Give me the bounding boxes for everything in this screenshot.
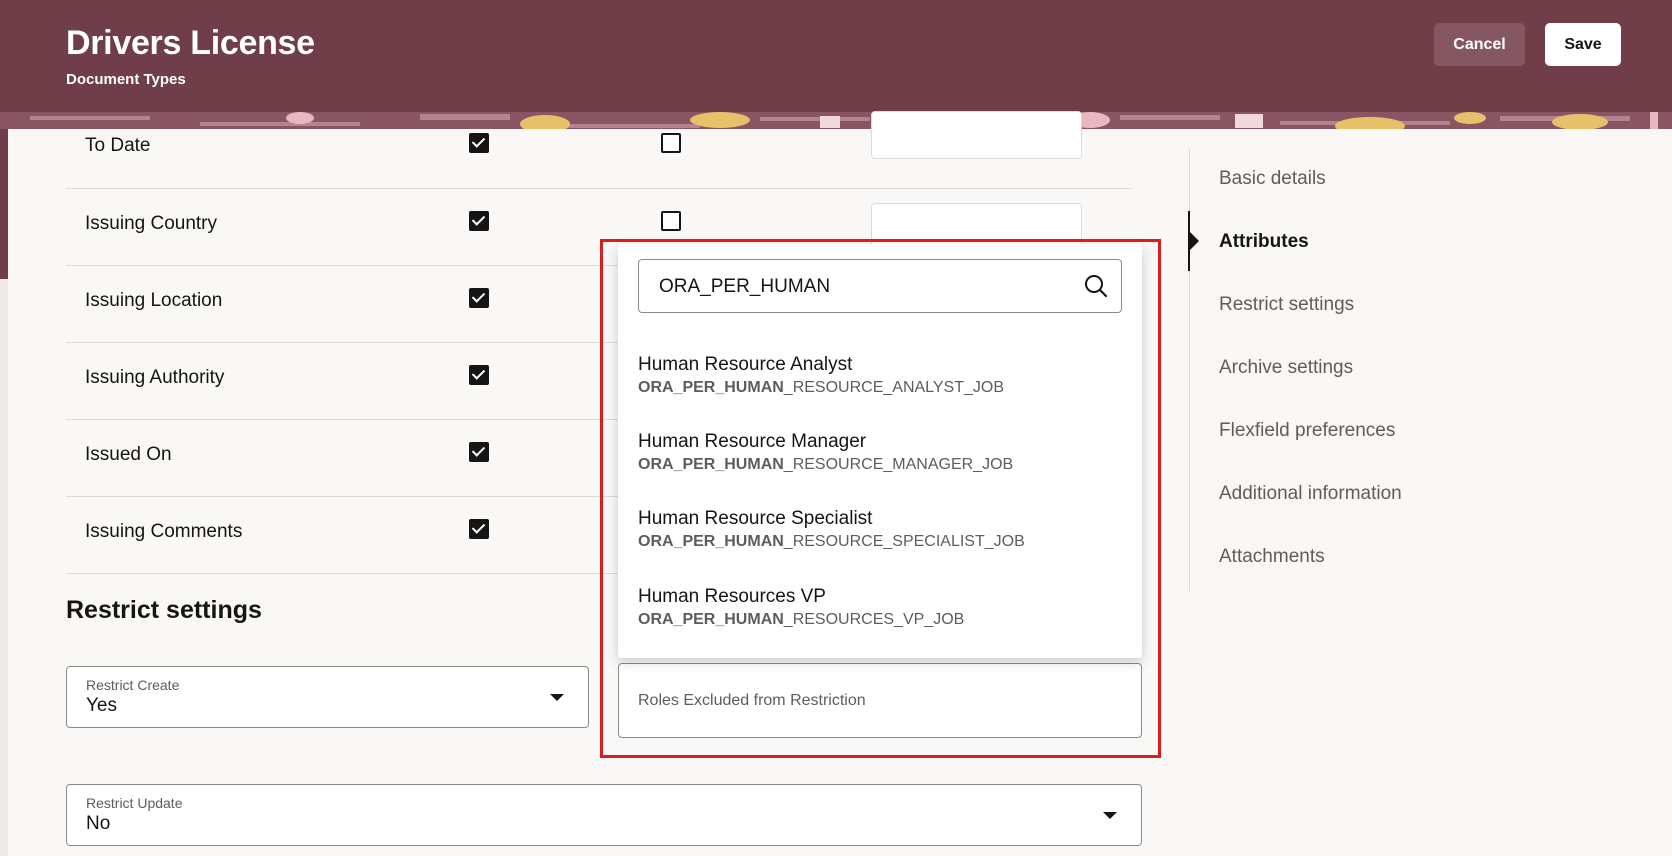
- role-option[interactable]: Human Resource Manager ORA_PER_HUMAN_RES…: [638, 430, 1118, 476]
- attribute-enabled-checkbox[interactable]: [469, 133, 489, 153]
- role-option-code: ORA_PER_HUMAN_RESOURCES_VP_JOB: [638, 611, 965, 628]
- search-icon[interactable]: [1083, 273, 1109, 299]
- cancel-button[interactable]: Cancel: [1434, 23, 1525, 66]
- role-option-name: Human Resource Specialist: [638, 508, 873, 529]
- roles-excluded-label: Roles Excluded from Restriction: [638, 692, 866, 709]
- role-option[interactable]: Human Resource Specialist ORA_PER_HUMAN_…: [638, 507, 1118, 553]
- attribute-enabled-checkbox[interactable]: [469, 442, 489, 462]
- attribute-enabled-checkbox[interactable]: [469, 519, 489, 539]
- page-subtitle: Document Types: [66, 71, 186, 88]
- nav-item-basic-details[interactable]: Basic details: [1219, 168, 1326, 190]
- nav-arrow-icon: [1189, 231, 1199, 251]
- attribute-required-checkbox[interactable]: [661, 211, 681, 231]
- nav-item-restrict-settings[interactable]: Restrict settings: [1219, 294, 1354, 316]
- restrict-update-select[interactable]: Restrict Update No: [66, 784, 1142, 846]
- attribute-name: Issuing Location: [85, 290, 223, 311]
- nav-item-attributes[interactable]: Attributes: [1219, 231, 1309, 253]
- attribute-row-to-date: To Date: [66, 111, 1132, 189]
- role-option-code: ORA_PER_HUMAN_RESOURCE_SPECIALIST_JOB: [638, 533, 1025, 550]
- page-title: Drivers License: [66, 24, 315, 62]
- role-option[interactable]: Human Resource Analyst ORA_PER_HUMAN_RES…: [638, 353, 1118, 399]
- attribute-enabled-checkbox[interactable]: [469, 288, 489, 308]
- roles-search-dropdown: ORA_PER_HUMAN Human Resource Analyst ORA…: [618, 244, 1142, 658]
- attribute-sequence-field[interactable]: [871, 111, 1082, 159]
- nav-item-attachments[interactable]: Attachments: [1219, 546, 1325, 568]
- nav-item-flexfield-preferences[interactable]: Flexfield preferences: [1219, 420, 1395, 442]
- nav-item-archive-settings[interactable]: Archive settings: [1219, 357, 1353, 379]
- restrict-settings-heading: Restrict settings: [66, 596, 262, 624]
- attribute-name: Issued On: [85, 444, 172, 465]
- roles-search-input[interactable]: ORA_PER_HUMAN: [638, 259, 1122, 313]
- chevron-down-icon: [550, 694, 564, 701]
- restrict-update-value: No: [86, 813, 111, 834]
- role-option-name: Human Resource Analyst: [638, 354, 853, 375]
- save-button[interactable]: Save: [1545, 23, 1621, 66]
- section-navigation: Basic details Attributes Restrict settin…: [1188, 149, 1489, 591]
- left-decorative-strip: [0, 129, 8, 279]
- search-value: ORA_PER_HUMAN: [659, 276, 831, 297]
- role-option-name: Human Resources VP: [638, 586, 826, 607]
- page-header: Drivers License Document Types Cancel Sa…: [0, 0, 1672, 129]
- attribute-required-checkbox[interactable]: [661, 133, 681, 153]
- nav-item-additional-information[interactable]: Additional information: [1219, 483, 1402, 505]
- restrict-update-label: Restrict Update: [86, 795, 183, 811]
- restrict-create-select[interactable]: Restrict Create Yes: [66, 666, 589, 728]
- attribute-name: Issuing Comments: [85, 521, 243, 542]
- left-background-strip: [0, 279, 8, 856]
- chevron-down-icon: [1103, 812, 1117, 819]
- attribute-name: Issuing Authority: [85, 367, 225, 388]
- attribute-enabled-checkbox[interactable]: [469, 365, 489, 385]
- role-option-code: ORA_PER_HUMAN_RESOURCE_MANAGER_JOB: [638, 456, 1014, 473]
- role-option-code: ORA_PER_HUMAN_RESOURCE_ANALYST_JOB: [638, 379, 1005, 396]
- attribute-enabled-checkbox[interactable]: [469, 211, 489, 231]
- roles-excluded-field[interactable]: Roles Excluded from Restriction: [618, 663, 1142, 738]
- attribute-name: Issuing Country: [85, 213, 218, 234]
- role-option[interactable]: Human Resources VP ORA_PER_HUMAN_RESOURC…: [638, 585, 1118, 631]
- attribute-name: To Date: [85, 135, 151, 156]
- role-option-name: Human Resource Manager: [638, 431, 867, 452]
- restrict-create-label: Restrict Create: [86, 677, 180, 693]
- restrict-create-value: Yes: [86, 695, 117, 716]
